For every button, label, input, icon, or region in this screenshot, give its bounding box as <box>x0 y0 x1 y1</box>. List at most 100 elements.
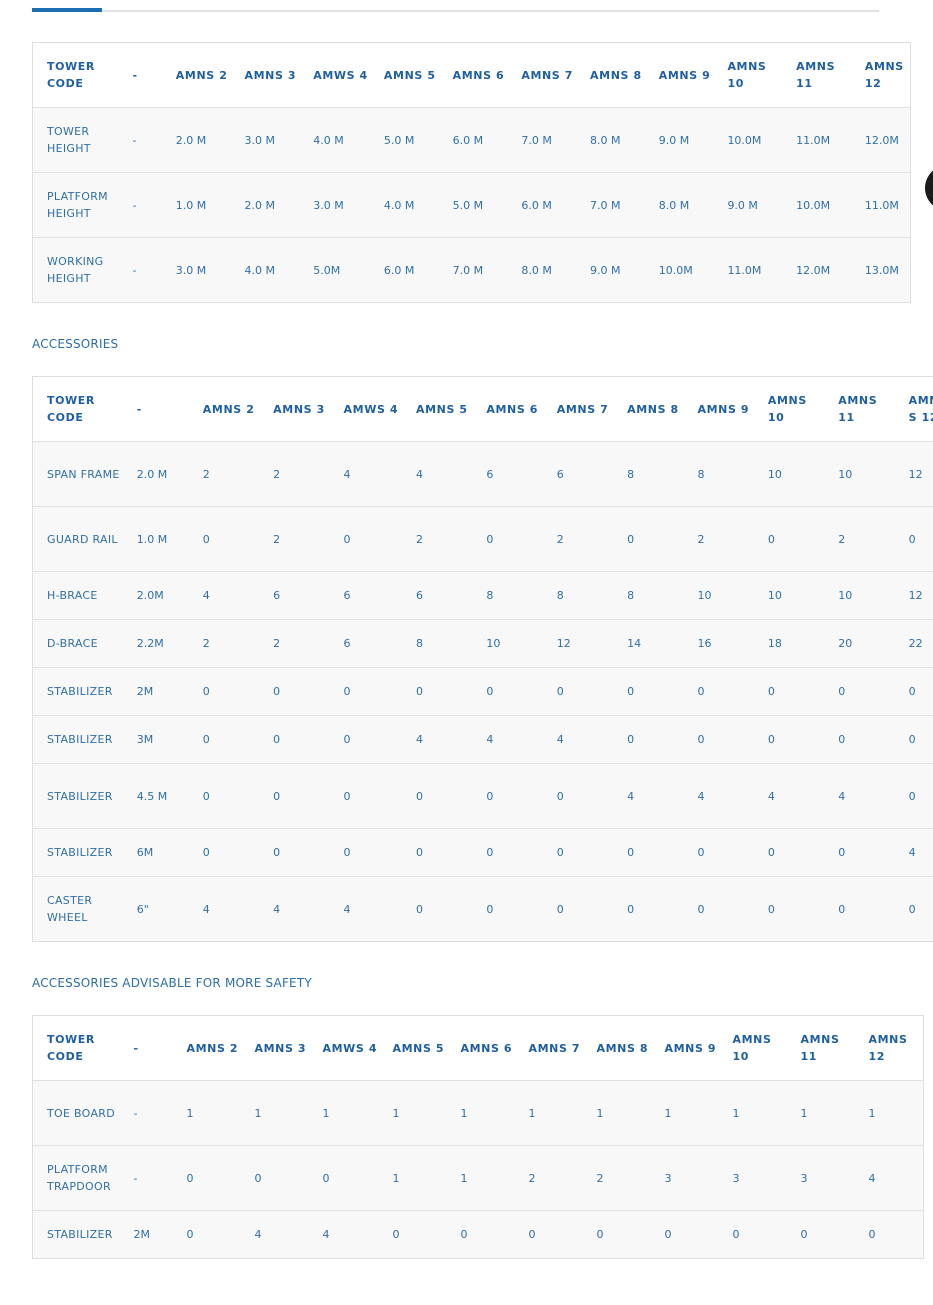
table-cell: 0 <box>528 1228 536 1241</box>
safety-accessories-table: TOWER CODE - AMNS 2 AMNS 3 AMWS 4 AMNS 5 AMNS … <box>32 1015 924 1259</box>
column-header-amws-4: AMWS 4 <box>329 376 402 442</box>
table-cell: 4 <box>329 441 402 507</box>
table-cell: 0 <box>402 828 473 877</box>
table-cell: 2 <box>259 506 330 572</box>
column-header-amns-3: AMNS 3 <box>240 1015 309 1081</box>
table-cell: 0 <box>753 506 825 572</box>
size-cell: 2M <box>129 667 189 716</box>
table-cell: 0 <box>188 506 260 572</box>
table-cell: 8 <box>402 619 473 668</box>
table-cell: 0 <box>188 715 260 764</box>
table-cell: 4 <box>402 715 473 764</box>
column-header-amns-11: AMNS 11 <box>786 1015 855 1081</box>
table-cell: 0 <box>613 667 684 716</box>
table-cell: 0 <box>188 763 260 829</box>
table-cell: 0 <box>402 667 473 716</box>
table-cell: 2 <box>259 441 330 507</box>
row-label: TOWER HEIGHT <box>32 107 126 173</box>
row-label: D-BRACE <box>32 619 130 668</box>
table-row: STABILIZER 2M 0 0 0 0 0 0 0 0 0 0 0 <box>32 667 933 716</box>
column-header-amns-2: AMNS 2 <box>161 42 231 108</box>
table-cell: 22 <box>894 619 933 668</box>
floating-action-button[interactable] <box>925 165 933 211</box>
table-cell: 0 <box>188 828 260 877</box>
table-cell: 0 <box>392 1228 400 1241</box>
row-label: PLATFORM HEIGHT <box>32 172 126 238</box>
table-cell: 1 <box>582 1080 651 1146</box>
table-cell: 10 <box>824 571 895 620</box>
size-cell: - <box>126 1145 173 1211</box>
table-cell: 4.0 M <box>299 107 370 173</box>
table-cell: 7.0 M <box>576 172 645 238</box>
table-cell: 6 <box>542 441 614 507</box>
table-cell: 12 <box>894 441 933 507</box>
column-header-amns-5: AMNS 5 <box>402 376 473 442</box>
table-cell: 1 <box>378 1145 447 1211</box>
column-header-amns-7: AMNS 7 <box>514 1015 583 1081</box>
tower-spec-table: TOWER CODE - AMNS 2 AMNS 3 AMWS 4 AMNS 5 AMNS … <box>32 42 911 303</box>
table-cell: 10 <box>472 619 543 668</box>
column-header-amns-8: AMNS 8 <box>613 376 684 442</box>
table-cell: 4.0 M <box>244 263 275 277</box>
table-cell: 6.0 M <box>438 107 508 173</box>
table-cell: 4 <box>273 902 281 916</box>
column-header-tower-code: TOWER CODE <box>32 1015 127 1081</box>
table-cell: 1 <box>378 1080 447 1146</box>
table-cell: 4 <box>683 763 754 829</box>
table-cell: 2 <box>582 1145 651 1211</box>
table-cell: 0 <box>683 667 754 716</box>
table-cell: 0 <box>664 1228 672 1241</box>
table-row: WORKING HEIGHT - 3.0 M 4.0 M 5.0M 6.0 M 7.0 M 8… <box>32 237 911 303</box>
column-header-amns-12: AMNS 12 <box>894 376 933 442</box>
row-label: STABILIZER <box>32 828 130 877</box>
table-cell: 1 <box>786 1080 855 1146</box>
table-row: STABILIZER 4.5 M00000044440 <box>32 763 933 829</box>
table-cell: 6.0 M <box>383 263 415 277</box>
table-cell: 8.0 M <box>521 263 552 277</box>
table-cell: 4 <box>322 1228 330 1241</box>
table-cell: 8.0 M <box>644 172 714 238</box>
table-cell: 2.0 M <box>161 107 231 173</box>
table-cell: 7.0 M <box>507 107 577 173</box>
column-header-amns-7: AMNS 7 <box>542 376 614 442</box>
table-cell: 1 <box>172 1080 241 1146</box>
table-row: STABILIZER 2M 0 4 4 0 0 0 0 0 0 0 0 <box>32 1210 924 1259</box>
tab-active-indicator[interactable] <box>32 8 102 12</box>
table-cell: 8 <box>472 571 543 620</box>
table-cell: 8 <box>542 571 614 620</box>
column-header-amns-11: AMNS 11 <box>782 42 851 108</box>
column-header-amns-5: AMNS 5 <box>369 42 439 108</box>
table-cell: 0 <box>460 1228 468 1241</box>
column-header-tower-code: TOWER CODE <box>32 376 130 442</box>
table-cell: 13.0M <box>864 263 899 277</box>
size-cell: 2M <box>133 1228 151 1241</box>
table-row: H-BRACE 2.0M 4 6 6 6 8 8 8 10 10 10 12 <box>32 571 933 620</box>
table-cell: 0 <box>697 902 705 916</box>
table-cell: 9.0 M <box>644 107 714 173</box>
table-cell: 0 <box>472 763 543 829</box>
table-cell: 6 <box>329 619 402 668</box>
table-cell: 2 <box>824 506 895 572</box>
table-cell: 12.0M <box>850 107 911 173</box>
table-cell: 3.0 M <box>175 263 207 277</box>
table-cell: 2 <box>514 1145 583 1211</box>
table-cell: 10.0M <box>658 263 693 277</box>
table-cell: 3.0 M <box>299 172 370 238</box>
table-cell: 3.0 M <box>230 107 300 173</box>
table-cell: 6 <box>402 571 473 620</box>
table-cell: 2 <box>402 506 473 572</box>
table-cell: 4 <box>894 828 933 877</box>
row-label: H-BRACE <box>32 571 130 620</box>
size-cell: 2.0M <box>129 571 189 620</box>
size-cell: 6M <box>129 828 189 877</box>
row-label: STABILIZER <box>32 667 130 716</box>
table-cell: 0 <box>800 1228 808 1241</box>
table-cell: 0 <box>329 715 402 764</box>
table-cell: 0 <box>838 902 846 916</box>
table-cell: 0 <box>186 1228 194 1241</box>
column-header-amns-9: AMNS 9 <box>683 376 754 442</box>
table-cell: 18 <box>753 619 825 668</box>
table-cell: 2 <box>542 506 614 572</box>
table-header-row: TOWER CODE - AMNS 2 AMNS 3 AMWS 4 AMNS 5 AMNS … <box>32 42 911 108</box>
accessories-table: TOWER CODE - AMNS 2 AMNS 3 AMWS 4 AMNS 5 AMNS … <box>32 376 933 942</box>
